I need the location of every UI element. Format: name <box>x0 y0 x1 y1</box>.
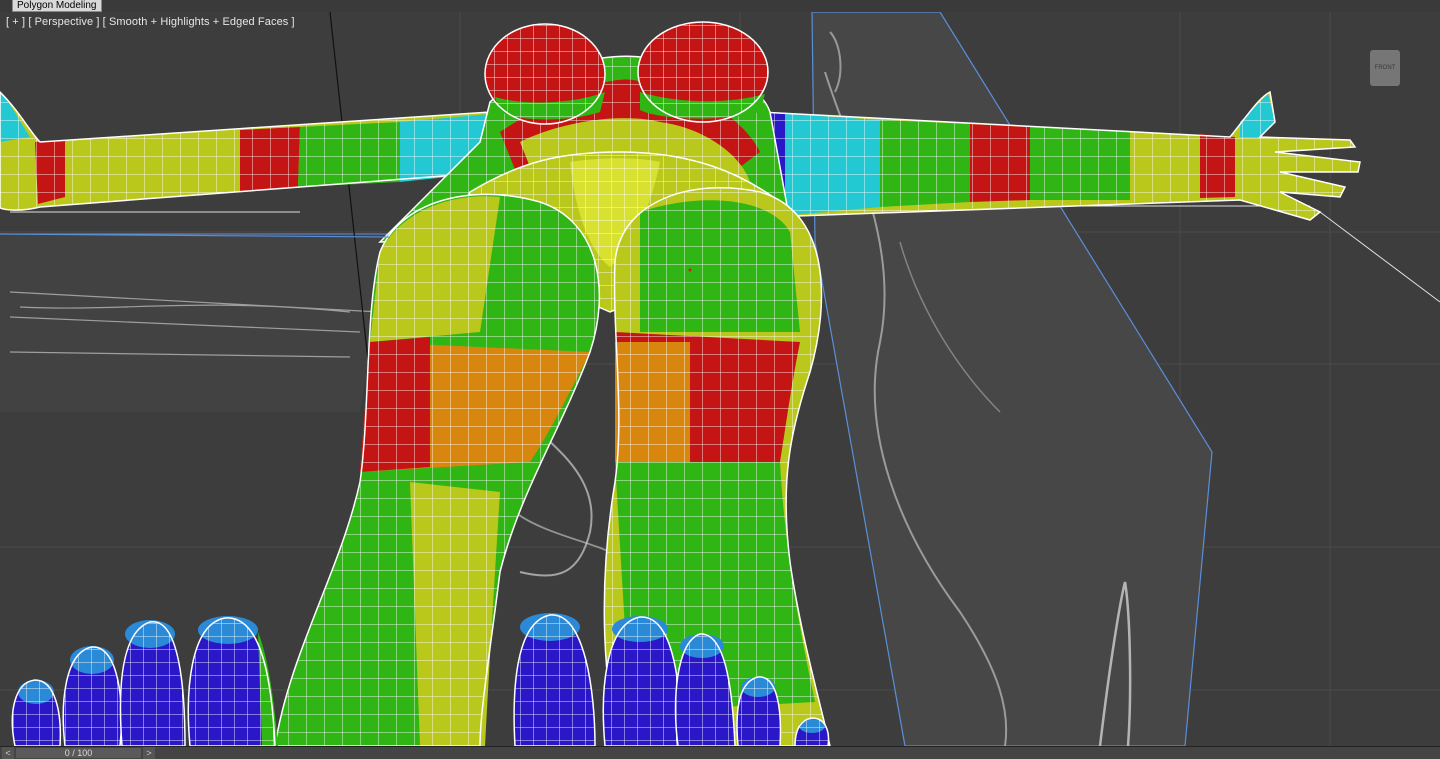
tab-polygon-modeling[interactable]: Polygon Modeling <box>12 0 102 12</box>
perspective-viewport[interactable]: [ + ] [ Perspective ] [ Smooth + Highlig… <box>0 12 1440 746</box>
time-slider-bar: < 0 / 100 > <box>0 746 1440 759</box>
helper-line <box>1319 211 1440 303</box>
time-slider-next-button[interactable]: > <box>143 747 155 759</box>
viewport-label: [ + ] [ Perspective ] [ Smooth + Highlig… <box>6 16 295 28</box>
time-slider-prev-button[interactable]: < <box>2 747 14 759</box>
shoulder-right <box>637 21 769 123</box>
shoulder-left <box>484 23 606 125</box>
time-slider-thumb[interactable]: 0 / 100 <box>16 748 141 758</box>
viewport-scene <box>0 12 1440 746</box>
viewcube-face-label: FRONT <box>1374 65 1396 71</box>
viewport-shading-label[interactable]: [ Smooth + Highlights + Edged Faces ] <box>103 16 295 28</box>
viewport-menu-plus[interactable]: [ + ] <box>6 16 25 28</box>
toes-left <box>11 616 278 746</box>
viewport-pov-label[interactable]: [ Perspective ] <box>28 16 99 28</box>
viewcube-icon[interactable]: FRONT <box>1370 50 1400 86</box>
pivot-point <box>688 268 692 272</box>
left-arm <box>0 90 496 211</box>
